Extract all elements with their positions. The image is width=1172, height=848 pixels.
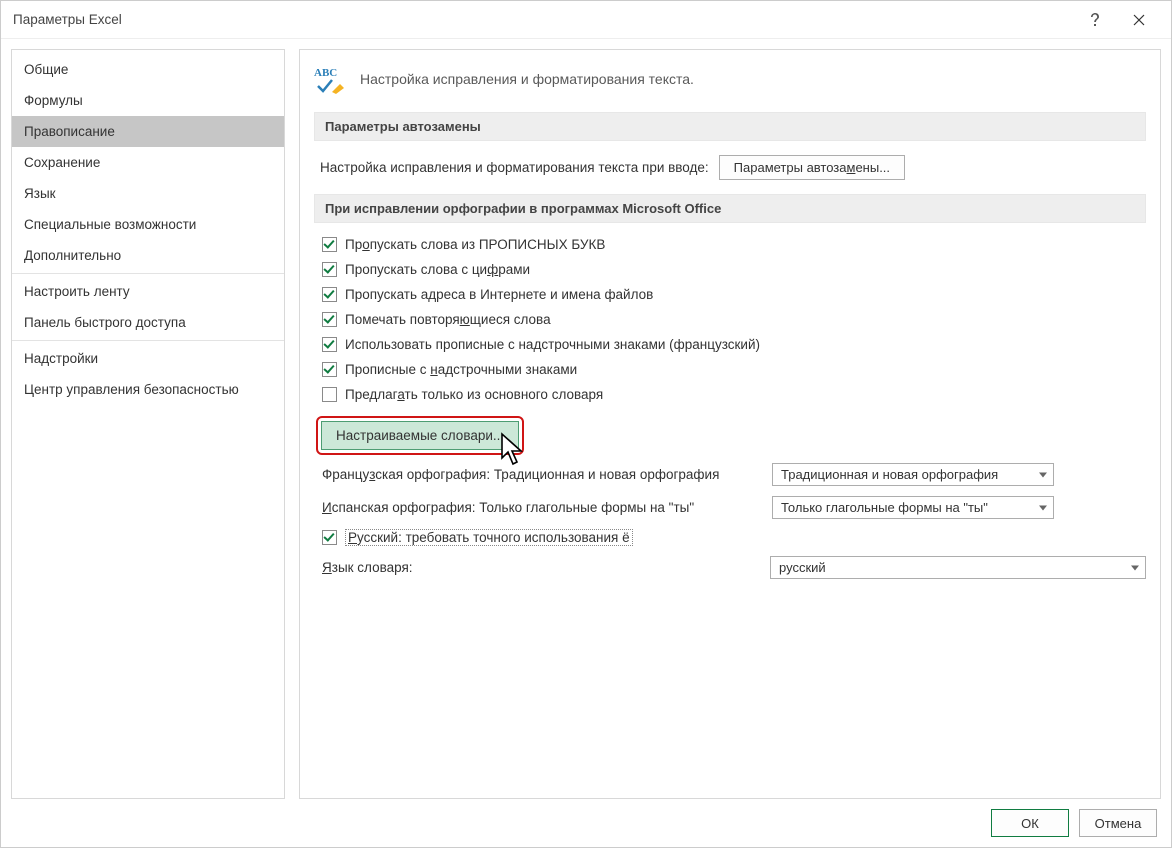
check-french-accented-uppercase[interactable]: Использовать прописные с надстрочными зн… bbox=[314, 337, 1146, 352]
check-uppercase[interactable]: Пропускать слова из ПРОПИСНЫХ БУКВ bbox=[314, 237, 1146, 252]
dictionary-language-row: Язык словаря: русский bbox=[314, 556, 1146, 579]
content-panel: ABC Настройка исправления и форматирован… bbox=[299, 49, 1161, 799]
sidebar-separator bbox=[12, 340, 284, 341]
chevron-down-icon bbox=[1131, 565, 1139, 570]
french-modes-row: Французская орфография: Традиционная и н… bbox=[314, 463, 1146, 486]
titlebar: Параметры Excel bbox=[1, 1, 1171, 39]
check-label: Пропускать адреса в Интернете и имена фа… bbox=[345, 287, 653, 302]
sidebar-item-trust-center[interactable]: Центр управления безопасностью bbox=[12, 374, 284, 405]
checkbox-icon bbox=[322, 362, 337, 377]
close-icon bbox=[1133, 14, 1145, 26]
french-modes-label: Французская орфография: Традиционная и н… bbox=[322, 467, 762, 482]
chevron-down-icon bbox=[1039, 472, 1047, 477]
spanish-modes-label: Испанская орфография: Только глагольные … bbox=[322, 500, 762, 515]
custom-dictionaries-highlight: Настраиваемые словари... bbox=[316, 416, 524, 455]
check-uppercase-accented[interactable]: Прописные с надстрочными знаками bbox=[314, 362, 1146, 377]
dropdown-value: русский bbox=[779, 560, 826, 575]
checkbox-icon bbox=[322, 387, 337, 402]
sidebar-item-language[interactable]: Язык bbox=[12, 178, 284, 209]
dialog-footer: ОК Отмена bbox=[1, 799, 1171, 847]
sidebar-item-general[interactable]: Общие bbox=[12, 54, 284, 85]
checkbox-icon bbox=[322, 237, 337, 252]
checkbox-icon bbox=[322, 337, 337, 352]
content-header: ABC Настройка исправления и форматирован… bbox=[314, 64, 1146, 94]
sidebar-item-customize-ribbon[interactable]: Настроить ленту bbox=[12, 276, 284, 307]
content-header-text: Настройка исправления и форматирования т… bbox=[360, 71, 694, 87]
check-label: Помечать повторяющиеся слова bbox=[345, 312, 551, 327]
check-label: Пропускать слова с цифрами bbox=[345, 262, 530, 277]
window-title: Параметры Excel bbox=[13, 12, 1073, 27]
french-modes-dropdown[interactable]: Традиционная и новая орфография bbox=[772, 463, 1054, 486]
proofing-icon: ABC bbox=[314, 64, 348, 94]
check-repeated-words[interactable]: Помечать повторяющиеся слова bbox=[314, 312, 1146, 327]
check-label: Использовать прописные с надстрочными зн… bbox=[345, 337, 760, 352]
checkbox-icon bbox=[322, 287, 337, 302]
spanish-modes-row: Испанская орфография: Только глагольные … bbox=[314, 496, 1146, 519]
check-label: Русский: требовать точного использования… bbox=[345, 529, 633, 546]
sidebar-item-save[interactable]: Сохранение bbox=[12, 147, 284, 178]
sidebar-item-quick-access[interactable]: Панель быстрого доступа bbox=[12, 307, 284, 338]
help-icon bbox=[1090, 13, 1100, 27]
check-label: Пропускать слова из ПРОПИСНЫХ БУКВ bbox=[345, 237, 605, 252]
custom-dictionaries-button[interactable]: Настраиваемые словари... bbox=[321, 421, 519, 450]
dropdown-value: Традиционная и новая орфография bbox=[781, 467, 998, 482]
checkbox-icon bbox=[322, 312, 337, 327]
dictionary-language-label: Язык словаря: bbox=[322, 560, 760, 575]
help-button[interactable] bbox=[1073, 5, 1117, 35]
sidebar-item-accessibility[interactable]: Специальные возможности bbox=[12, 209, 284, 240]
dialog-body: Общие Формулы Правописание Сохранение Яз… bbox=[1, 39, 1171, 799]
check-internet-addresses[interactable]: Пропускать адреса в Интернете и имена фа… bbox=[314, 287, 1146, 302]
cancel-button[interactable]: Отмена bbox=[1079, 809, 1157, 837]
sidebar-separator bbox=[12, 273, 284, 274]
sidebar: Общие Формулы Правописание Сохранение Яз… bbox=[11, 49, 285, 799]
checkbox-icon bbox=[322, 530, 337, 545]
autocorrect-options-button[interactable]: Параметры автозамены... bbox=[719, 155, 905, 180]
check-russian-strict-yo[interactable]: Русский: требовать точного использования… bbox=[314, 529, 1146, 546]
autocorrect-row: Настройка исправления и форматирования т… bbox=[314, 155, 1146, 180]
chevron-down-icon bbox=[1039, 505, 1047, 510]
checkbox-icon bbox=[322, 262, 337, 277]
spanish-modes-dropdown[interactable]: Только глагольные формы на "ты" bbox=[772, 496, 1054, 519]
check-main-dictionary-only[interactable]: Предлагать только из основного словаря bbox=[314, 387, 1146, 402]
dictionary-language-dropdown[interactable]: русский bbox=[770, 556, 1146, 579]
svg-text:ABC: ABC bbox=[314, 67, 337, 79]
ok-button[interactable]: ОК bbox=[991, 809, 1069, 837]
section-autocorrect-header: Параметры автозамены bbox=[314, 112, 1146, 141]
autocorrect-label: Настройка исправления и форматирования т… bbox=[320, 160, 709, 175]
check-with-numbers[interactable]: Пропускать слова с цифрами bbox=[314, 262, 1146, 277]
sidebar-item-addins[interactable]: Надстройки bbox=[12, 343, 284, 374]
close-button[interactable] bbox=[1117, 5, 1161, 35]
dropdown-value: Только глагольные формы на "ты" bbox=[781, 500, 988, 515]
section-spelling-header: При исправлении орфографии в программах … bbox=[314, 194, 1146, 223]
excel-options-dialog: Параметры Excel Общие Формулы Правописан… bbox=[0, 0, 1172, 848]
sidebar-item-proofing[interactable]: Правописание bbox=[12, 116, 284, 147]
sidebar-item-advanced[interactable]: Дополнительно bbox=[12, 240, 284, 271]
sidebar-item-formulas[interactable]: Формулы bbox=[12, 85, 284, 116]
check-label: Предлагать только из основного словаря bbox=[345, 387, 603, 402]
check-label: Прописные с надстрочными знаками bbox=[345, 362, 577, 377]
